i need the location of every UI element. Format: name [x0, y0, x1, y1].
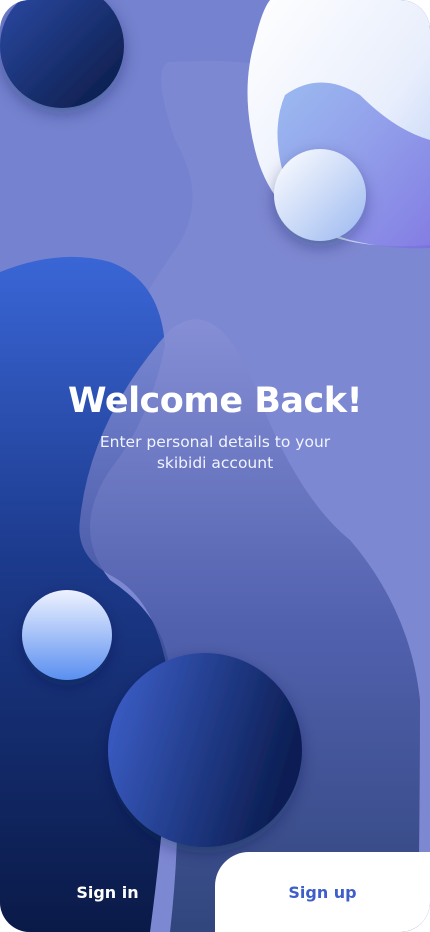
auth-tab-bar: Sign in Sign up — [0, 852, 430, 932]
sign-up-tab[interactable]: Sign up — [215, 852, 430, 932]
orb-top-right — [274, 149, 366, 241]
welcome-hero: Welcome Back! Enter personal details to … — [0, 378, 430, 474]
welcome-title: Welcome Back! — [67, 381, 363, 421]
welcome-screen: Welcome Back! Enter personal details to … — [0, 0, 430, 932]
welcome-subtitle: Enter personal details to your skibidi a… — [99, 433, 331, 472]
orb-light-left — [22, 590, 112, 680]
sign-in-tab[interactable]: Sign in — [0, 852, 215, 932]
orb-big-bottom — [108, 653, 302, 847]
